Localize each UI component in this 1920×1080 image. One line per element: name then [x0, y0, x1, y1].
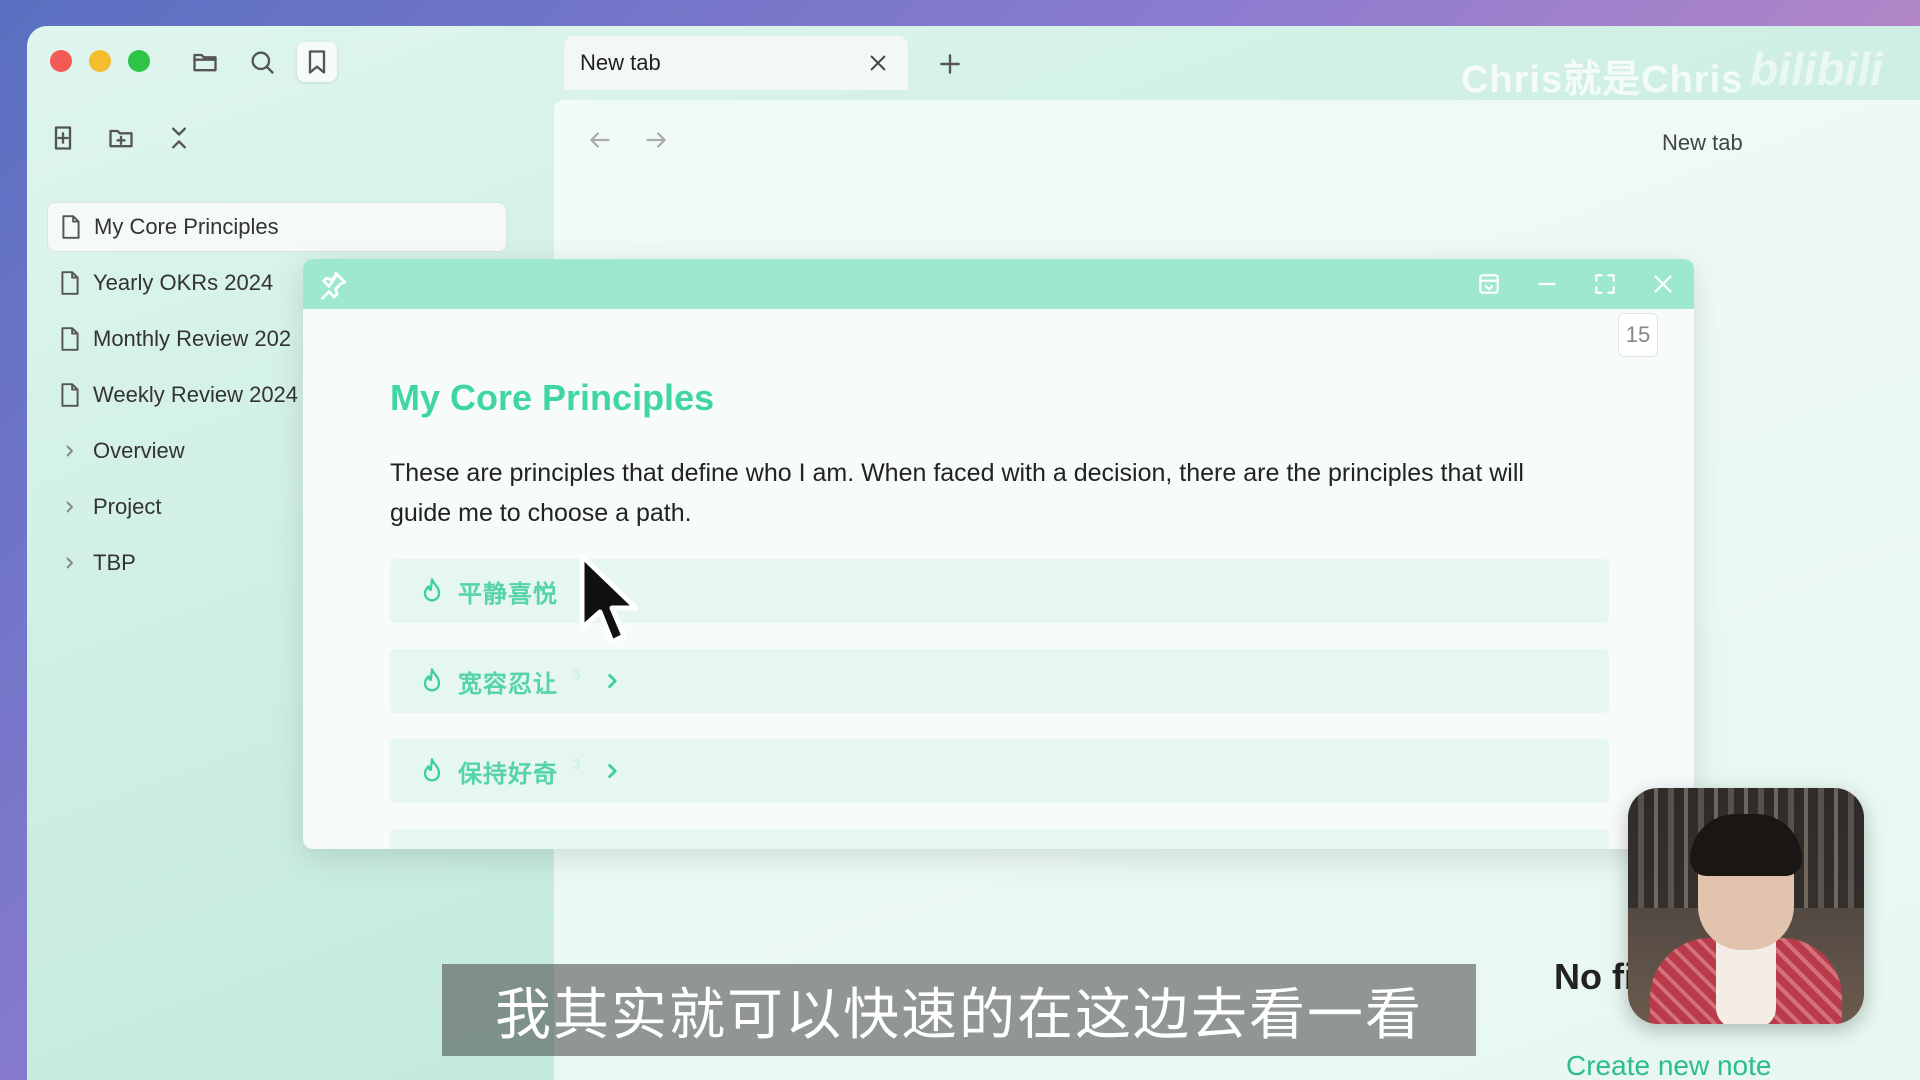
flame-icon [418, 757, 446, 785]
person-shirt [1716, 938, 1776, 1024]
close-tab-icon[interactable] [864, 49, 892, 77]
folder-label: TBP [93, 550, 136, 575]
folder-label: Overview [93, 438, 185, 463]
new-folder-icon[interactable] [101, 118, 141, 158]
callout-item[interactable]: 平静喜悦 [390, 559, 1609, 623]
popover-actions [1472, 267, 1680, 301]
note-description: These are principles that define who I a… [390, 459, 1524, 527]
mouse-cursor-icon [579, 553, 638, 645]
create-new-note-link[interactable]: Create new note [1566, 1050, 1771, 1080]
file-label: Yearly OKRs 2024 [93, 270, 274, 295]
chevron-right-icon[interactable] [602, 670, 624, 692]
forward-arrow-icon[interactable] [638, 122, 674, 158]
chevron-right-icon [57, 494, 83, 520]
popover-header [303, 259, 1694, 309]
bookmark-icon[interactable] [297, 42, 337, 82]
flame-icon [418, 577, 446, 605]
close-icon[interactable] [1646, 267, 1680, 301]
maximize-icon[interactable] [1588, 267, 1622, 301]
hover-preview-popover: 15 My Core Principles These are principl… [303, 259, 1694, 849]
title-bar: New tab Chris就是Chris bilibili [27, 26, 1920, 101]
file-icon [57, 382, 83, 408]
callout-item-partial [390, 829, 1609, 849]
callout-title: 平静喜悦 [458, 579, 558, 608]
minimize-icon[interactable] [1530, 267, 1564, 301]
callout-count: 3 [572, 755, 581, 773]
minimize-window-button[interactable] [89, 50, 111, 72]
chevron-right-icon [57, 438, 83, 464]
callout-count: 3 [572, 665, 581, 683]
maximize-window-button[interactable] [128, 50, 150, 72]
count-badge: 15 [1618, 313, 1658, 357]
pin-icon[interactable] [317, 269, 349, 301]
file-icon [58, 214, 84, 240]
webcam-overlay [1628, 788, 1864, 1024]
channel-watermark: Chris就是Chris [1461, 59, 1744, 101]
video-subtitle: 我其实就可以快速的在这边去看一看 [442, 964, 1476, 1056]
file-icon [57, 326, 83, 352]
bilibili-logo: bilibili [1750, 43, 1883, 95]
person-hair [1690, 814, 1802, 876]
callout-title: 宽容忍让 [458, 669, 558, 698]
callout-title: 保持好奇 [458, 759, 558, 788]
file-icon [57, 270, 83, 296]
folder-label: Project [93, 494, 162, 519]
tab-new-tab[interactable]: New tab [564, 36, 908, 90]
chevron-right-icon[interactable] [602, 760, 624, 782]
callout-item[interactable]: 宽容忍让 3 [390, 649, 1609, 713]
pane-title: New tab [1662, 130, 1743, 155]
search-icon[interactable] [242, 42, 282, 82]
new-note-icon[interactable] [43, 118, 83, 158]
new-tab-button[interactable] [932, 46, 968, 82]
file-label: My Core Principles [94, 214, 279, 239]
note-title: My Core Principles [390, 377, 715, 418]
sidebar-toolbar [43, 118, 199, 158]
callout-item[interactable]: 保持好奇 3 [390, 739, 1609, 803]
file-label: Monthly Review 202 [93, 326, 292, 351]
callout-list: 平静喜悦 宽容忍让 3 保持好奇 3 [390, 559, 1609, 849]
open-in-tab-icon[interactable] [1472, 267, 1506, 301]
collapse-all-icon[interactable] [159, 118, 199, 158]
back-arrow-icon[interactable] [582, 122, 618, 158]
file-label: Weekly Review 2024 [93, 382, 299, 407]
navigation-arrows [582, 122, 674, 158]
tab-label: New tab [580, 50, 661, 75]
chevron-right-icon [57, 550, 83, 576]
close-window-button[interactable] [50, 50, 72, 72]
file-item-my-core-principles[interactable]: My Core Principles [47, 202, 507, 252]
folder-icon[interactable] [185, 42, 225, 82]
flame-icon [418, 667, 446, 695]
